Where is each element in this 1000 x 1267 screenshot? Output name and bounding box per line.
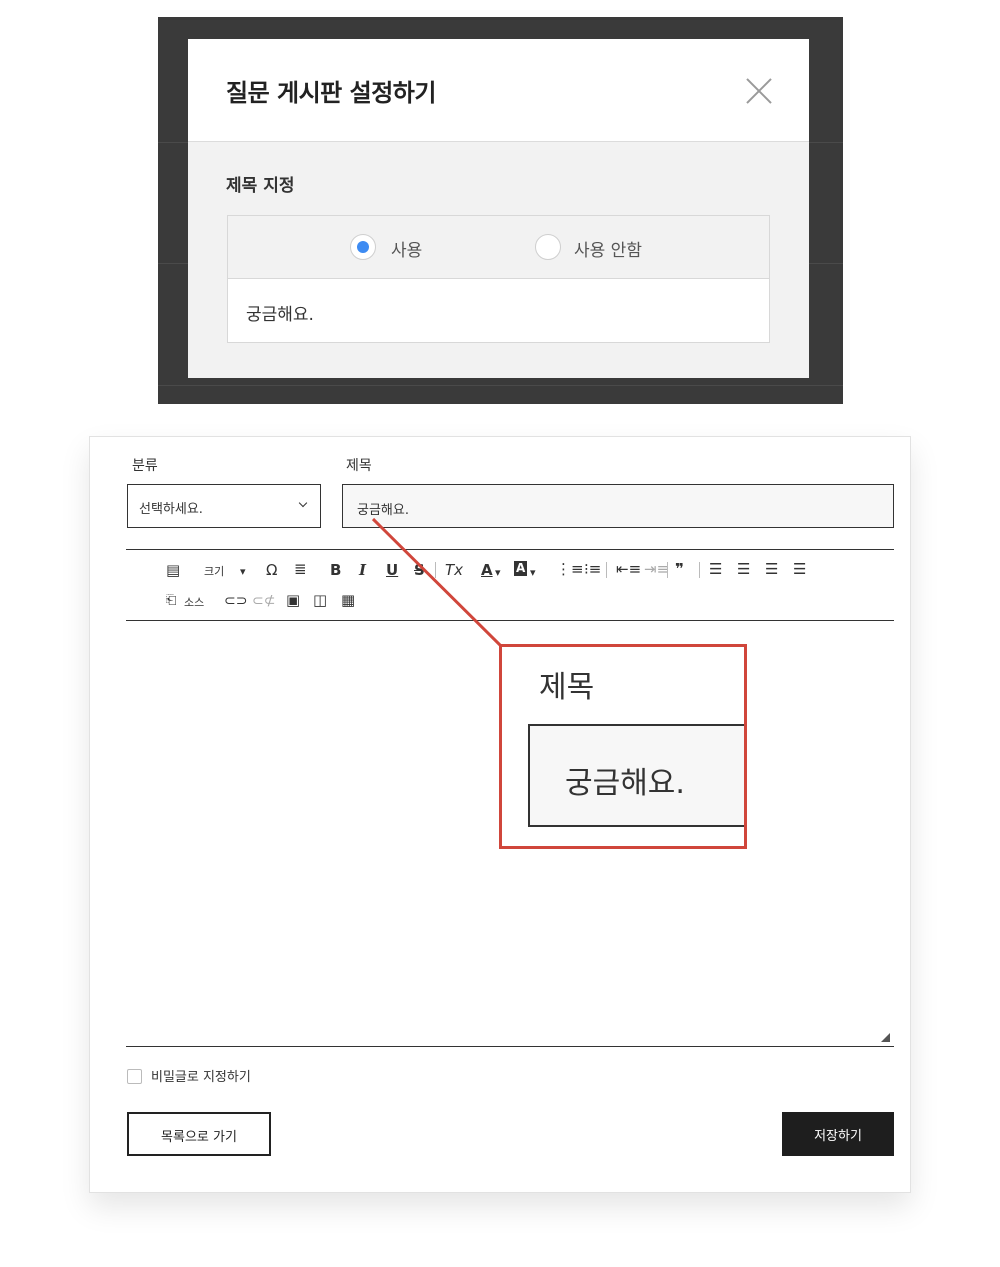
strikethrough-icon[interactable]: S [414, 561, 425, 579]
align-center-icon[interactable]: ☰ [737, 560, 750, 578]
format-block-icon[interactable]: ▤ [166, 561, 180, 579]
title-input-value: 궁금해요. [357, 503, 409, 518]
gallery-icon[interactable]: ◫ [313, 591, 327, 609]
back-to-list-label: 목록으로 가기 [161, 1130, 237, 1145]
caret-down-icon[interactable]: ▾ [495, 564, 501, 582]
title-setting-label: 제목 지정 [226, 176, 295, 196]
category-select[interactable]: 선택하세요. [127, 484, 321, 528]
zoom-title-field: 궁금해요. [528, 724, 744, 827]
font-size-dropdown[interactable]: 크기 [204, 563, 224, 581]
backdrop-line [158, 385, 843, 386]
image-icon[interactable]: ▣ [286, 591, 300, 609]
radio-group: 사용 사용 안함 [228, 216, 769, 279]
background-color-icon[interactable]: A [514, 561, 528, 576]
save-button[interactable]: 저장하기 [782, 1112, 894, 1156]
radio-not-use-label[interactable]: 사용 안함 [574, 236, 642, 261]
secret-label[interactable]: 비밀글로 지정하기 [151, 1066, 251, 1085]
blockquote-icon[interactable]: ❞ [675, 560, 684, 578]
unlink-icon[interactable]: ⊂⊄ [252, 592, 275, 610]
indent-icon[interactable]: ⇥≡ [644, 560, 669, 578]
text-color-icon[interactable]: A [481, 561, 493, 579]
toolbar-separator [606, 562, 607, 578]
radio-use[interactable] [350, 234, 376, 260]
resize-handle-icon[interactable] [881, 1033, 890, 1042]
toolbar-separator [667, 562, 668, 578]
category-select-value: 선택하세요. [139, 502, 203, 517]
radio-use-label[interactable]: 사용 [391, 236, 422, 261]
clear-format-icon[interactable]: Tx [445, 561, 463, 579]
title-input[interactable]: 궁금해요. [342, 484, 894, 528]
close-icon[interactable] [744, 76, 774, 106]
italic-icon[interactable]: I [359, 561, 366, 579]
source-label[interactable]: 소스 [184, 594, 204, 612]
caret-down-icon[interactable]: ▾ [530, 564, 536, 582]
special-char-icon[interactable]: Ω [266, 561, 277, 579]
align-right-icon[interactable]: ☰ [765, 560, 778, 578]
bullet-list-icon[interactable]: ⁝≡ [584, 560, 601, 578]
modal-title: 질문 게시판 설정하기 [226, 79, 436, 107]
line-height-icon[interactable]: ≣ [294, 560, 307, 578]
default-title-input[interactable]: 궁금해요. [246, 300, 314, 325]
align-left-icon[interactable]: ☰ [709, 560, 722, 578]
title-label: 제목 [346, 458, 372, 474]
align-justify-icon[interactable]: ☰ [793, 560, 806, 578]
zoom-title-label: 제목 [539, 670, 595, 705]
source-icon[interactable]: ⎗ [166, 592, 176, 610]
numbered-list-icon[interactable]: ⋮≡ [556, 560, 584, 578]
media-icon[interactable]: ▦ [341, 591, 355, 609]
secret-checkbox[interactable] [127, 1069, 142, 1084]
zoom-title-value: 궁금해요. [565, 766, 685, 801]
chevron-down-icon [298, 498, 308, 508]
back-to-list-button[interactable]: 목록으로 가기 [127, 1112, 271, 1156]
zoom-callout: 제목 궁금해요. [499, 644, 747, 849]
editor-top-border [126, 549, 894, 550]
outdent-icon[interactable]: ⇤≡ [616, 560, 641, 578]
toolbar-separator [699, 562, 700, 578]
settings-modal: 질문 게시판 설정하기 제목 지정 사용 사용 안함 궁금해요. [188, 39, 809, 378]
caret-down-icon[interactable]: ▾ [240, 563, 246, 581]
toolbar-separator [435, 562, 436, 578]
category-label: 분류 [132, 458, 158, 474]
editor-bottom-border [126, 1046, 894, 1047]
title-option-box: 사용 사용 안함 궁금해요. [227, 215, 770, 343]
link-icon[interactable]: ⊂⊃ [224, 592, 247, 610]
underline-icon[interactable]: U [386, 561, 398, 579]
save-label: 저장하기 [814, 1129, 862, 1144]
bold-icon[interactable]: B [330, 561, 341, 579]
radio-not-use[interactable] [535, 234, 561, 260]
modal-header: 질문 게시판 설정하기 [188, 39, 809, 142]
